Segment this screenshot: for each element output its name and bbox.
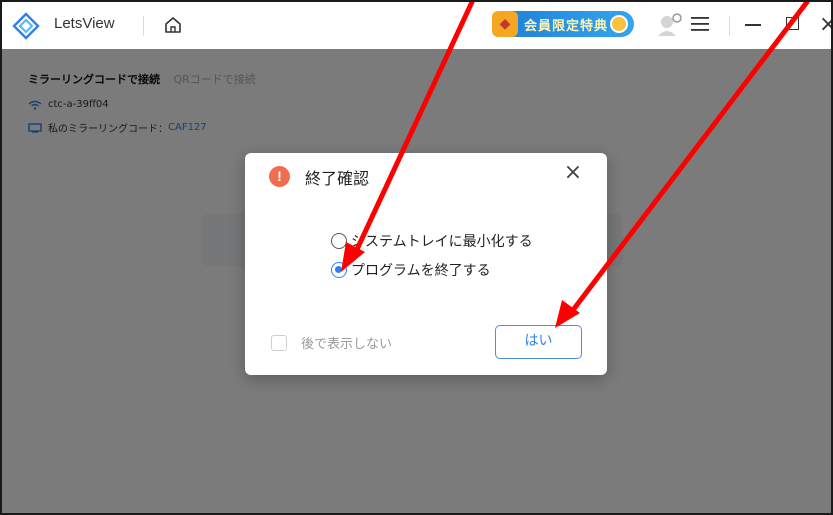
home-icon[interactable]: [163, 15, 183, 35]
dialog-title: 終了確認: [305, 169, 370, 188]
dialog-close-button[interactable]: ×: [562, 162, 584, 184]
minimize-button[interactable]: [745, 24, 761, 26]
menu-icon[interactable]: [691, 16, 709, 32]
confirm-yes-button[interactable]: はい: [495, 325, 582, 359]
member-promo-button[interactable]: ◆ 会員限定特典: [492, 11, 634, 37]
title-bar: LetsView ◆ 会員限定特典 ×: [2, 2, 831, 49]
window-close-button[interactable]: ×: [819, 12, 831, 38]
titlebar-divider-2: [729, 16, 730, 36]
app-title: LetsView: [54, 15, 115, 32]
exit-confirm-dialog: ! 終了確認 × システムトレイに最小化する プログラムを終了する 後で表示しな…: [245, 153, 607, 375]
dont-show-again-label: 後で表示しない: [301, 337, 393, 352]
app-window: LetsView ◆ 会員限定特典 × ミラーリングコードで接続: [0, 0, 833, 515]
promo-label: 会員限定特典: [524, 18, 609, 34]
letsview-logo-icon: [12, 12, 40, 40]
radio-exit-program[interactable]: [331, 262, 347, 278]
warning-icon: !: [269, 166, 290, 187]
option-label: システムトレイに最小化する: [351, 234, 533, 250]
gift-icon: ◆: [492, 11, 518, 37]
option-minimize-to-tray[interactable]: システムトレイに最小化する: [331, 231, 533, 251]
option-exit-program[interactable]: プログラムを終了する: [331, 260, 491, 280]
option-label: プログラムを終了する: [351, 263, 491, 279]
dont-show-again-row[interactable]: 後で表示しない: [271, 333, 392, 352]
coin-icon: [610, 15, 628, 33]
titlebar-divider: [143, 16, 144, 36]
dont-show-again-checkbox[interactable]: [271, 334, 287, 351]
user-account-icon[interactable]: [656, 12, 684, 38]
maximize-button[interactable]: [786, 17, 799, 30]
radio-minimize-to-tray[interactable]: [331, 233, 347, 249]
